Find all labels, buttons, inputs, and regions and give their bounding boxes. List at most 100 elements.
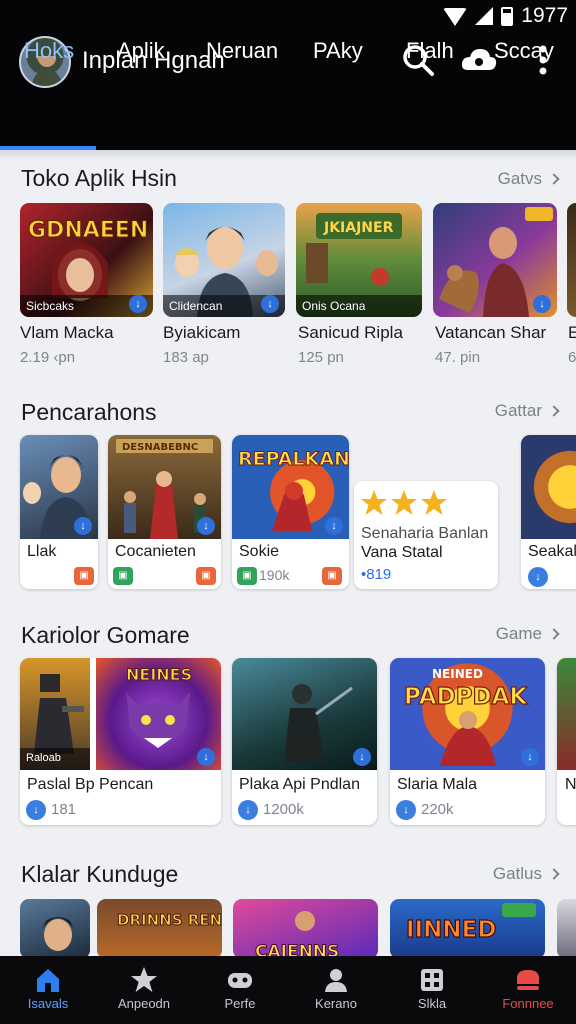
status-time: 1977 <box>521 4 568 27</box>
section-link-label: Gattar <box>494 401 542 420</box>
app-meta: 220k <box>421 801 454 818</box>
header-shadow <box>0 150 576 160</box>
banner-text: NEINES <box>126 665 192 684</box>
app-thumbnail: Raloab <box>20 658 90 770</box>
badge-icon: ↓ <box>533 295 551 313</box>
category-tag-icon: ▣ <box>74 567 94 585</box>
gamepad-icon <box>228 973 252 988</box>
app-thumbnail <box>557 658 576 770</box>
wifi-icon <box>443 8 468 26</box>
app-thumbnail[interactable]: IINNED <box>390 899 545 959</box>
section-title-klalar: Klalar Kunduge <box>21 861 179 887</box>
download-icon: ↓ <box>26 800 46 820</box>
section-more-link[interactable]: Gatvs <box>497 169 560 189</box>
app-name: Slaria Mala <box>397 776 478 793</box>
star-rating-icon <box>361 490 447 515</box>
nav-item-slkla[interactable]: Slkla <box>384 956 480 1024</box>
app-name: Sanicud Ripla <box>298 323 403 342</box>
app-meta: 6 <box>568 349 576 366</box>
app-thumbnail[interactable]: JKIAJNER Onis Ocana <box>296 203 422 317</box>
rating-card[interactable]: Senaharia Banlan Vana Statal •819 <box>354 481 498 589</box>
app-thumbnail[interactable]: CAIENNS <box>233 899 378 959</box>
grid-icon <box>421 969 443 991</box>
inbox-icon <box>517 970 539 990</box>
badge-icon: ↓ <box>261 295 279 313</box>
app-thumbnail[interactable]: ↓ <box>433 203 557 317</box>
app-card[interactable]: ↓ Plaka Api Pndlan ↓ 1200k <box>232 658 377 825</box>
banner-text: REPALKAN <box>238 448 349 470</box>
app-thumbnail: NEINES ↓ <box>96 658 221 770</box>
app-name: Seakal <box>528 543 576 560</box>
app-thumbnail: NEINED PADPDAK ↓ <box>390 658 545 770</box>
section-link-label: Gatvs <box>497 169 542 188</box>
badge-icon: ↓ <box>353 748 371 766</box>
badge-icon: ↓ <box>197 748 215 766</box>
nav-item-anpeodn[interactable]: Anpeodn <box>96 956 192 1024</box>
app-meta: 181 <box>51 801 77 818</box>
bottom-navigation: Isavals Anpeodn Perfe Kerano Slkla Fonnn… <box>0 956 576 1024</box>
section-more-link[interactable]: Gattar <box>494 401 560 421</box>
app-thumbnail[interactable] <box>20 899 90 959</box>
app-name: Llak <box>27 543 57 560</box>
banner-text: NEINED <box>432 667 483 681</box>
section-more-link[interactable]: Gatlus <box>492 864 560 884</box>
category-tag-icon: ▣ <box>113 567 133 585</box>
app-card[interactable]: REPALKAN ↓ Sokie ▣ 190k ▣ <box>232 435 349 589</box>
app-thumbnail[interactable]: GDNAEEN Sicbcaks ↓ <box>20 203 153 317</box>
star-icon <box>131 967 157 992</box>
app-thumbnail <box>521 435 576 539</box>
chevron-right-icon <box>548 405 560 417</box>
nav-label: Perfe <box>224 996 256 1011</box>
app-bar: Inplan Hgnah Hoks Aplik Neruan PAky Flal… <box>0 30 576 150</box>
category-tag-icon: ▣ <box>322 567 342 585</box>
app-meta: 190k <box>259 567 290 583</box>
app-meta: 47. pin <box>435 349 481 366</box>
download-icon: ↓ <box>528 567 548 587</box>
app-thumbnail: ↓ <box>20 435 98 539</box>
tab-aplik[interactable]: Aplik <box>117 38 165 64</box>
app-card[interactable]: Raloab NEINES ↓ Paslal Bp Pencan ↓ 181 <box>20 658 221 825</box>
nav-label: Isavals <box>27 996 69 1011</box>
tab-hoks[interactable]: Hoks <box>24 38 74 64</box>
nav-label: Slkla <box>417 996 447 1011</box>
app-thumbnail: REPALKAN ↓ <box>232 435 349 539</box>
app-card[interactable]: ↓ Llak ▣ <box>20 435 98 589</box>
tab-paky[interactable]: PAky <box>313 38 363 64</box>
app-thumbnail[interactable]: Clidencan ↓ <box>163 203 285 317</box>
section-title-kariolor: Kariolor Gomare <box>21 622 190 648</box>
profile-icon <box>325 969 347 992</box>
nav-item-home[interactable]: Isavals <box>0 956 96 1024</box>
status-bar: 1977 <box>0 0 576 30</box>
badge-icon: ↓ <box>129 295 147 313</box>
thumbnail-caption: Onis Ocana <box>296 295 422 317</box>
nav-label: Anpeodn <box>117 996 171 1011</box>
tab-flalh[interactable]: Flalh <box>406 38 454 64</box>
app-name: Sokie <box>239 543 280 560</box>
app-thumbnail[interactable]: DRINNS RENSNAS <box>97 899 222 959</box>
app-thumbnail[interactable] <box>567 203 576 317</box>
app-meta: 2.19 ‹pn <box>20 349 76 366</box>
app-card[interactable]: NEINED PADPDAK ↓ Slaria Mala ↓ 220k <box>390 658 545 825</box>
app-name: Senaharia Banlan <box>361 525 489 542</box>
nav-item-fonnnee[interactable]: Fonnnee <box>480 956 576 1024</box>
section-more-link[interactable]: Game <box>496 624 560 644</box>
app-name: Cocanieten <box>115 543 196 560</box>
app-card[interactable]: DESNABEBNC ↓ Cocanieten ▣ ▣ <box>108 435 221 589</box>
nav-label: Fonnnee <box>502 996 554 1011</box>
tab-sccay[interactable]: Sccay <box>494 38 554 64</box>
chevron-right-icon <box>548 628 560 640</box>
nav-item-perfe[interactable]: Perfe <box>192 956 288 1024</box>
category-tag-icon: ▣ <box>237 567 257 585</box>
section-link-label: Gatlus <box>492 864 542 883</box>
banner-text: DRINNS RENSNAS <box>117 911 222 929</box>
app-card[interactable]: N <box>557 658 576 825</box>
banner-text: IINNED <box>406 917 496 943</box>
battery-icon <box>501 6 514 26</box>
badge-icon: ↓ <box>197 517 215 535</box>
banner-text: PADPDAK <box>404 684 528 710</box>
tab-neruan[interactable]: Neruan <box>206 38 278 64</box>
app-thumbnail[interactable] <box>557 899 576 959</box>
app-card[interactable]: Seakal ↓ <box>521 435 576 589</box>
cloud-button[interactable] <box>460 42 497 78</box>
nav-item-kerano[interactable]: Kerano <box>288 956 384 1024</box>
